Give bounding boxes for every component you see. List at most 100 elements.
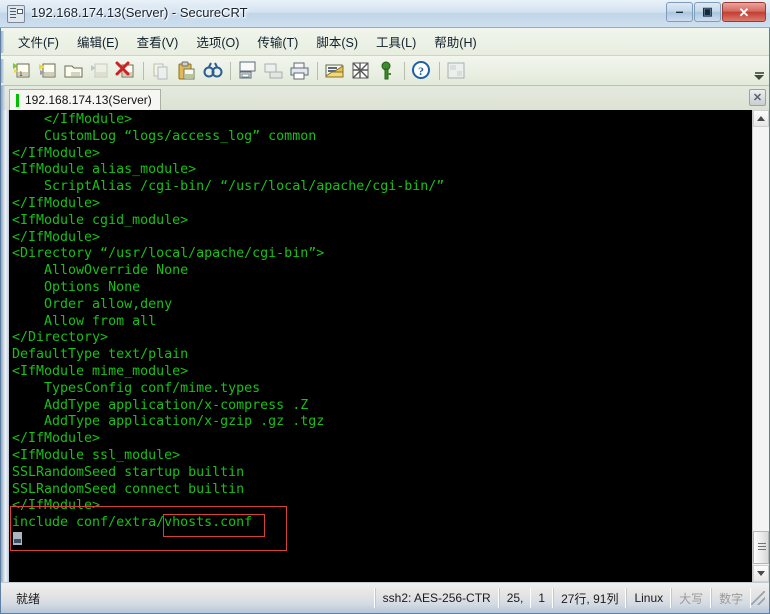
print-icon[interactable] [288,59,312,83]
scroll-down-button[interactable] [753,565,769,582]
copy-icon[interactable] [149,59,173,83]
menu-transfer[interactable]: 传输(T) [250,29,305,54]
clone-session-icon[interactable] [36,59,60,83]
menu-tools[interactable]: 工具(L) [369,29,423,54]
status-cursor-col: 1 [531,588,554,608]
toolbar-separator [230,61,231,80]
securecrt-icon [7,5,25,23]
terminal-area: </IfModule> CustomLog “logs/access_log” … [1,110,769,582]
terminal-left-edge [1,110,9,582]
terminal-line: </IfModule> [12,229,101,245]
terminal-line: include conf/extra/vhosts.conf [12,515,253,531]
close-button[interactable]: ✕ [722,2,766,22]
connection-status-indicator [16,93,19,107]
menu-edit[interactable]: 编辑(E) [70,29,126,54]
find-icon[interactable] [201,59,225,83]
terminal-line: </IfModule> [12,498,101,514]
protocol-options-icon[interactable] [349,59,373,83]
maximize-icon: ▣ [702,5,713,18]
key-icon[interactable] [375,59,399,83]
maximize-button[interactable]: ▣ [694,2,721,22]
close-icon: ✕ [738,4,750,20]
terminal-line: </IfModule> [12,431,101,447]
terminal-line: <IfModule ssl_module> [12,447,181,463]
status-cursor-row: 25, [498,588,532,608]
paste-icon[interactable] [175,59,199,83]
terminal-line: TypesConfig conf/mime.types [12,380,261,396]
chevron-down-icon [757,571,765,576]
session-options-icon[interactable] [323,59,347,83]
help-icon[interactable]: ? [410,59,434,83]
menu-view[interactable]: 查看(V) [130,29,186,54]
terminal-line: AddType application/x-compress .Z [12,397,309,413]
terminal-line: </Directory> [12,330,109,346]
window-title: 192.168.174.13(Server) - SecureCRT [31,5,248,20]
tile-windows-icon[interactable] [445,59,469,83]
svg-text:1: 1 [19,71,23,78]
terminal-line: Order allow,deny [12,296,173,312]
scroll-up-button[interactable] [753,110,769,127]
terminal-line: </IfModule> [12,145,101,161]
terminal-line: CustomLog “logs/access_log” common [12,128,317,144]
scrollbar-track[interactable] [753,127,769,565]
chevron-down-icon [754,75,764,80]
log-session-icon[interactable] [262,59,286,83]
terminal-scrollbar[interactable] [752,110,769,582]
terminal-cursor [13,532,22,545]
terminal-output[interactable]: </IfModule> CustomLog “logs/access_log” … [9,110,753,582]
terminal-line: SSLRandomSeed connect builtin [12,481,245,497]
status-bar: 就绪 ssh2: AES-256-CTR 25, 1 27行, 91列 Linu… [1,582,769,613]
overflow-bar [754,72,764,74]
minimize-icon: – [675,3,684,19]
menu-options[interactable]: 选项(O) [189,29,246,54]
securecrt-window: 192.168.174.13(Server) - SecureCRT – ▣ ✕… [0,0,770,614]
terminal-line: AddType application/x-gzip .gz .tgz [12,414,325,430]
status-cipher: ssh2: AES-256-CTR [374,588,499,608]
scrollbar-thumb[interactable] [753,531,769,564]
terminal-line: ScriptAlias /cgi-bin/ “/usr/local/apache… [12,179,445,195]
print-screen-icon[interactable] [236,59,260,83]
terminal-line: Allow from all [12,313,157,329]
toolbar-separator [404,61,405,80]
menu-grip[interactable] [1,30,4,53]
resize-grip[interactable] [751,591,765,605]
toolbar-overflow-button[interactable] [754,62,764,80]
status-caps-lock: 大写 [671,588,712,608]
terminal-line: <IfModule alias_module> [12,162,197,178]
terminal-line: <Directory “/usr/local/apache/cgi-bin”> [12,246,325,262]
terminal-line: </IfModule> [12,195,101,211]
chevron-up-icon [757,116,765,121]
window-controls: – ▣ ✕ [665,2,766,22]
svg-text:?: ? [418,64,424,78]
status-emulation: Linux [626,588,672,608]
close-tab-button[interactable]: ✕ [749,89,766,106]
session-tab-label: 192.168.174.13(Server) [25,93,152,107]
connect-local-shell-icon[interactable] [88,59,112,83]
title-bar: 192.168.174.13(Server) - SecureCRT – ▣ ✕ [0,0,770,28]
terminal-line: <IfModule mime_module> [12,363,189,379]
terminal-line: SSLRandomSeed startup builtin [12,464,245,480]
status-num-lock: 数字 [711,588,752,608]
status-dimensions: 27行, 91列 [553,588,627,608]
menu-script[interactable]: 脚本(S) [309,29,365,54]
terminal-line: DefaultType text/plain [12,347,189,363]
new-session-icon[interactable]: 1 [10,59,34,83]
toolbar-grip[interactable] [1,58,4,83]
menu-help[interactable]: 帮助(H) [427,29,483,54]
toolbar-separator [439,61,440,80]
tabstrip-edge [1,86,5,110]
status-ready: 就绪 [9,588,375,608]
terminal-line: </IfModule> [12,112,133,127]
menu-bar: 文件(F) 编辑(E) 查看(V) 选项(O) 传输(T) 脚本(S) 工具(L… [1,28,769,56]
session-tab[interactable]: 192.168.174.13(Server) [9,89,161,110]
tab-strip: 192.168.174.13(Server) [1,86,769,110]
minimize-button[interactable]: – [666,2,693,22]
terminal-line: Options None [12,279,141,295]
terminal-line: <IfModule cgid_module> [12,212,189,228]
terminal-line: AllowOverride None [12,263,189,279]
disconnect-icon[interactable] [114,59,138,83]
connect-folder-icon[interactable] [62,59,86,83]
menu-file[interactable]: 文件(F) [11,29,66,54]
